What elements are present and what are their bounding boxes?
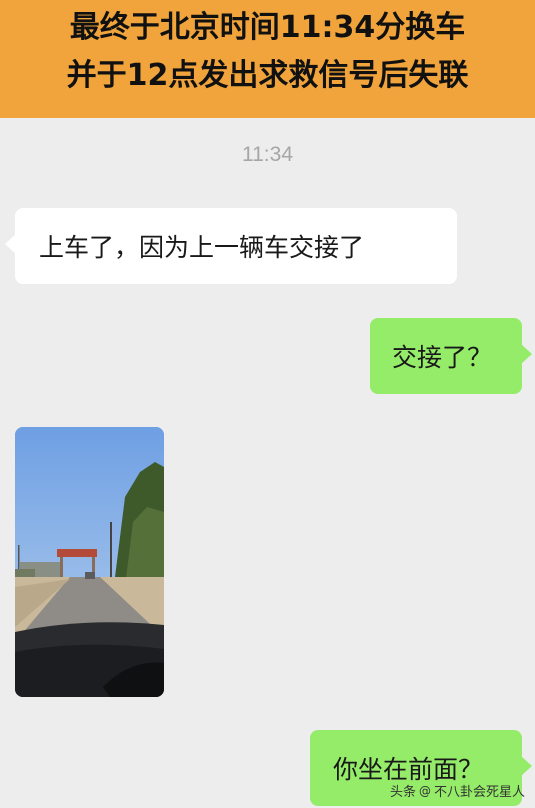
watermark-account: 不八卦会死星人 <box>433 785 525 800</box>
bubble-tail <box>5 234 16 254</box>
headline-banner: 最终于北京时间11:34分换车 并于12点发出求救信号后失联 <box>0 0 535 118</box>
watermark: 头条 @ 不八卦会死星人 <box>389 781 525 801</box>
chat-timestamp: 11:34 <box>242 143 293 166</box>
bubble-tail <box>521 344 532 364</box>
incoming-image-message[interactable] <box>15 427 164 697</box>
headline-line-1: 最终于北京时间11:34分换车 <box>69 10 466 45</box>
message-text: 交接了？ <box>392 343 493 372</box>
outgoing-message-bubble[interactable]: 交接了？ <box>370 318 532 394</box>
road-photo <box>15 427 164 697</box>
message-text: 上车了，因为上一辆车交接了 <box>39 233 365 262</box>
headline-line-2: 并于12点发出求救信号后失联 <box>66 58 469 93</box>
watermark-prefix: 头条 <box>389 785 416 800</box>
at-icon: @ <box>418 783 431 798</box>
incoming-message-bubble[interactable]: 上车了，因为上一辆车交接了 <box>5 208 457 284</box>
bubble-tail <box>521 756 532 776</box>
